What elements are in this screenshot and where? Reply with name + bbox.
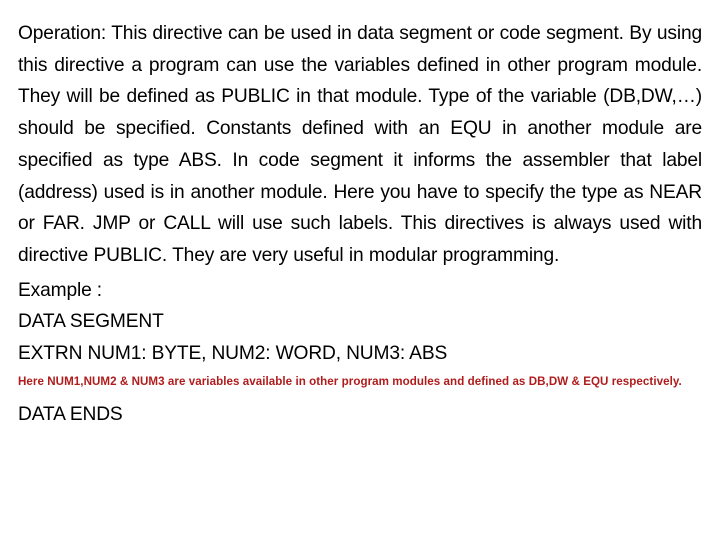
- code-line-data-ends: DATA ENDS: [18, 404, 123, 426]
- slide-canvas: Operation: This directive can be used in…: [0, 0, 720, 540]
- code-line-extrn-declaration: EXTRN NUM1: BYTE, NUM2: WORD, NUM3: ABS: [18, 343, 448, 365]
- operation-description-paragraph: Operation: This directive can be used in…: [18, 23, 702, 266]
- slide-content: Operation: This directive can be used in…: [18, 18, 702, 431]
- example-label: Example :: [18, 279, 102, 301]
- extrn-explanatory-note: Here NUM1,NUM2 & NUM3 are variables avai…: [18, 374, 682, 388]
- spacer-before-closing: [18, 390, 702, 399]
- code-line-data-segment: DATA SEGMENT: [18, 311, 164, 333]
